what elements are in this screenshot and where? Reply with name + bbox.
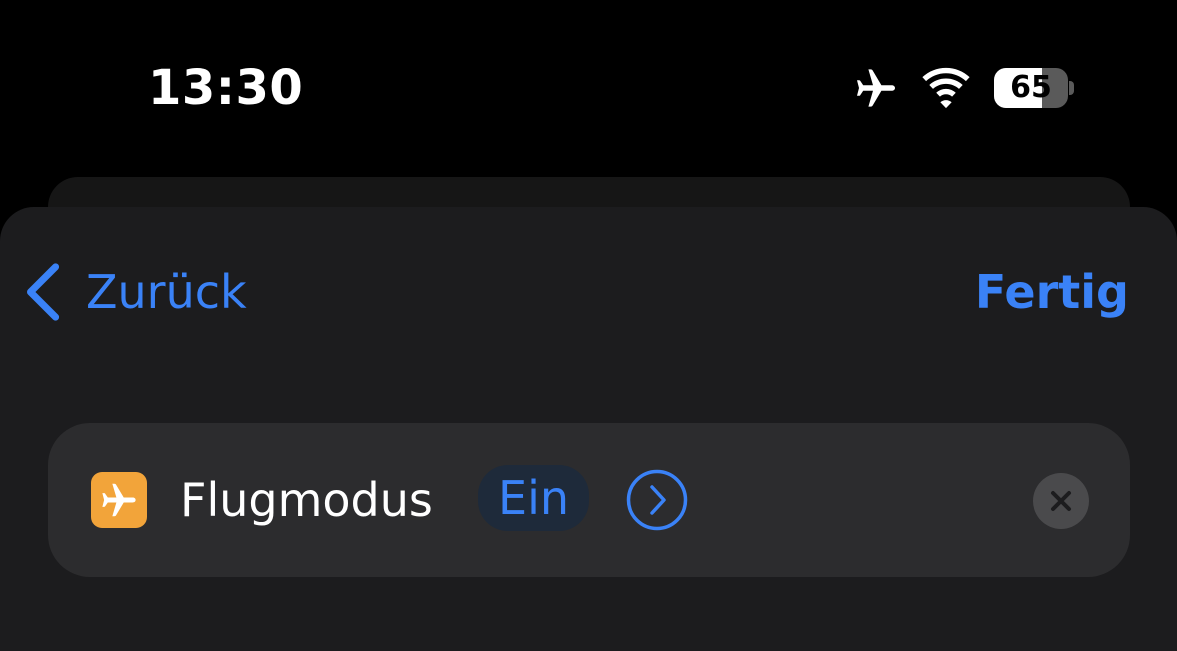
back-button-label: Zurück	[86, 265, 247, 319]
action-card[interactable]: Flugmodus Ein	[48, 423, 1130, 577]
chevron-right-circle-icon[interactable]	[626, 469, 688, 531]
screen: 13:30 65 Zurück Fertig Flugmodus Ein	[0, 0, 1177, 651]
status-icons: 65	[850, 64, 1074, 112]
remove-action-button[interactable]	[1033, 473, 1089, 529]
battery-icon: 65	[994, 68, 1074, 108]
done-button[interactable]: Fertig	[975, 262, 1129, 322]
action-name: Flugmodus	[180, 473, 433, 527]
parameter-value-token[interactable]: Ein	[478, 465, 589, 531]
airplane-mode-icon	[857, 69, 895, 107]
wifi-icon	[922, 67, 970, 109]
close-icon	[1051, 491, 1071, 511]
battery-body: 65	[994, 68, 1068, 108]
status-time: 13:30	[148, 60, 304, 116]
airplane-icon	[91, 472, 147, 528]
battery-cap	[1069, 81, 1074, 95]
battery-level: 65	[1010, 70, 1052, 105]
airplane-glyph	[102, 483, 136, 517]
back-button[interactable]: Zurück	[24, 262, 247, 322]
chevron-left-icon	[26, 263, 60, 321]
